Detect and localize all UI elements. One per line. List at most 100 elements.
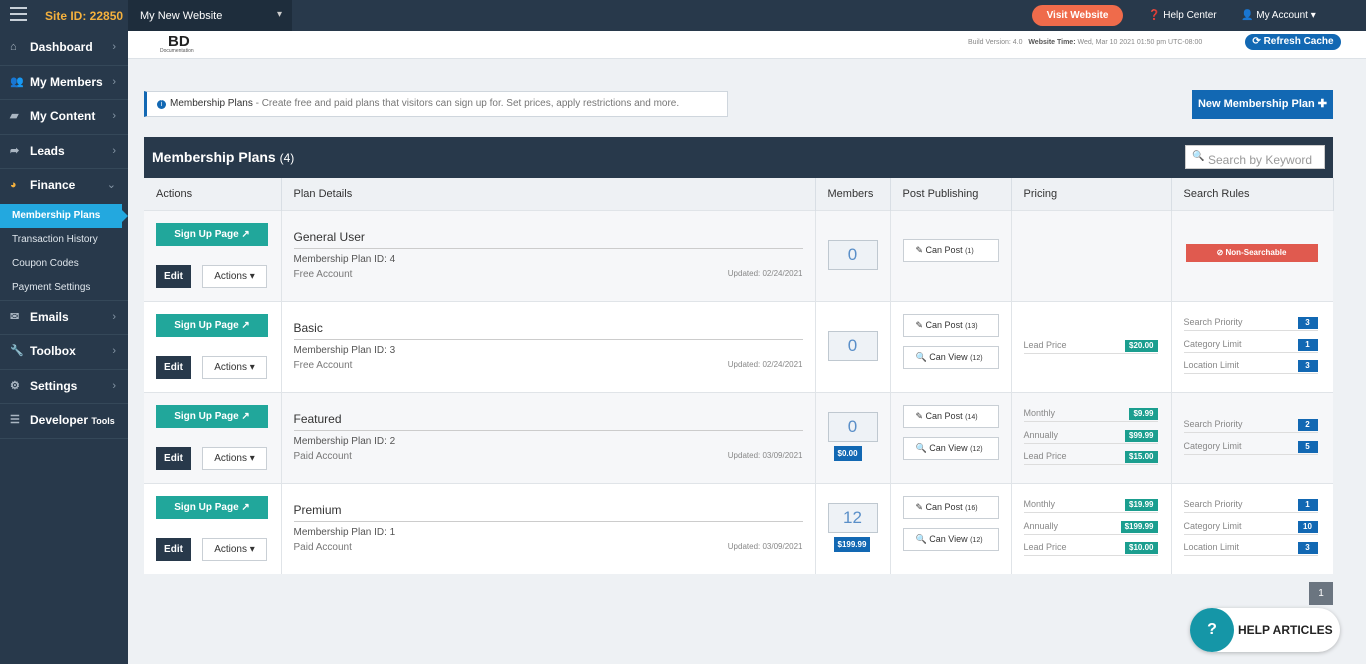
pricing-row: Lead Price $20.00 (1023, 339, 1158, 354)
menu-icon[interactable] (10, 7, 27, 21)
sign-up-page-button[interactable]: Sign Up Page ↗ (156, 495, 268, 519)
sidebar-sub-transaction-history[interactable]: Transaction History (0, 228, 128, 252)
search-rule-badge: 10 (1297, 520, 1318, 533)
can-view-button[interactable]: 🔍 Can View (12) (902, 436, 999, 460)
col-plan-details: Plan Details (281, 178, 816, 210)
edit-button[interactable]: Edit (156, 446, 191, 470)
plan-count: (4) (279, 151, 295, 165)
plan-id: Membership Plan ID: 3 (293, 344, 396, 356)
new-membership-plan-button[interactable]: New Membership Plan ✚ (1192, 90, 1333, 119)
can-post-button[interactable]: ✎ Can Post (16) (902, 495, 999, 519)
member-revenue-badge: $199.99 (833, 536, 871, 552)
help-articles-button[interactable]: ? HELP ARTICLES (1190, 608, 1340, 652)
plan-type: Paid Account (293, 541, 352, 553)
help-center-link[interactable]: ❓ Help Center (1148, 10, 1217, 21)
info-banner: i Membership Plans - Create free and paid… (144, 91, 728, 117)
search-rules-cell: Search Priority 2 Category Limit 5 (1171, 391, 1333, 483)
search-rule-row: Category Limit 1 (1183, 338, 1318, 353)
price-badge: $9.99 (1129, 407, 1158, 420)
sidebar-item-developer-tools[interactable]: ☰ Developer Tools (0, 404, 128, 439)
post-publishing-cell: ✎ Can Post (16) 🔍 Can View (12) (890, 482, 1012, 574)
search-rule-badge: 3 (1297, 541, 1318, 554)
sidebar-sub-coupon-codes[interactable]: Coupon Codes (0, 252, 128, 276)
sidebar-sub-payment-settings[interactable]: Payment Settings (0, 276, 128, 301)
search-rule-badge: 1 (1297, 498, 1318, 511)
search-input[interactable]: 🔍 Search by Keyword (1185, 145, 1325, 169)
price-badge: $99.99 (1125, 429, 1158, 442)
sliders-icon: ☰ (10, 414, 20, 426)
post-publishing-cell: ✎ Can Post (13) 🔍 Can View (12) (890, 300, 1012, 392)
search-icon: 🔍 (1192, 151, 1205, 162)
can-view-button[interactable]: 🔍 Can View (12) (902, 345, 999, 369)
scrollbar[interactable] (1354, 59, 1366, 664)
price-badge: $15.00 (1125, 450, 1158, 463)
users-icon: 👥 (10, 75, 24, 88)
actions-cell: Sign Up Page ↗ Edit Actions ▾ (144, 300, 282, 392)
pricing-row: Lead Price $15.00 (1023, 450, 1158, 465)
plan-type: Paid Account (293, 450, 352, 462)
search-rule-row: Category Limit 10 (1183, 520, 1318, 535)
site-selector[interactable]: My New Website ▾ (128, 0, 292, 31)
actions-dropdown[interactable]: Actions ▾ (202, 355, 267, 379)
home-icon: ⌂ (10, 41, 17, 53)
edit-button[interactable]: Edit (156, 537, 191, 561)
table-row: Sign Up Page ↗ Edit Actions ▾ Premium Me… (144, 482, 1333, 574)
search-rule-row: Search Priority 3 (1183, 316, 1318, 331)
sidebar-sub-membership-plans[interactable]: Membership Plans (0, 203, 128, 228)
plan-type: Free Account (293, 359, 353, 371)
search-rule-row: Search Priority 2 (1183, 418, 1318, 433)
search-rules-cell: ⊘ Non-Searchable (1171, 209, 1333, 301)
can-post-button[interactable]: ✎ Can Post (13) (902, 313, 999, 337)
search-rule-row: Category Limit 5 (1183, 440, 1318, 455)
sign-up-page-button[interactable]: Sign Up Page ↗ (156, 404, 268, 428)
edit-button[interactable]: Edit (156, 355, 191, 379)
actions-dropdown[interactable]: Actions ▾ (202, 446, 267, 470)
build-info: Build Version: 4.0 Website Time: Wed, Ma… (968, 39, 1203, 46)
site-id: Site ID: 22850 (45, 9, 124, 23)
sidebar-item-settings[interactable]: ⚙ Settings › (0, 370, 128, 404)
plan-updated: Updated: 02/24/2021 (727, 359, 803, 369)
sign-up-page-button[interactable]: Sign Up Page ↗ (156, 313, 268, 337)
plan-id: Membership Plan ID: 1 (293, 526, 396, 538)
edit-button[interactable]: Edit (156, 264, 191, 288)
post-publishing-cell: ✎ Can Post (1) (890, 209, 1012, 301)
plan-details-cell: Basic Membership Plan ID: 3 Free Account… (281, 300, 816, 392)
card-header: Membership Plans (4) 🔍 Search by Keyword (144, 137, 1333, 178)
price-badge: $19.99 (1125, 498, 1158, 511)
non-searchable-badge: ⊘ Non-Searchable (1185, 243, 1318, 262)
table-row: Sign Up Page ↗ Edit Actions ▾ Featured M… (144, 391, 1333, 483)
actions-dropdown[interactable]: Actions ▾ (202, 264, 267, 288)
top-bar: Site ID: 22850 My New Website ▾ Visit Web… (0, 0, 1366, 31)
gear-icon: ⚙ (10, 379, 20, 392)
card-title: Membership Plans (152, 149, 276, 165)
sidebar-item-finance[interactable]: ◕ Finance ⌄ (0, 169, 128, 204)
can-post-button[interactable]: ✎ Can Post (14) (902, 404, 999, 428)
can-view-button[interactable]: 🔍 Can View (12) (902, 527, 999, 551)
refresh-cache-button[interactable]: ⟳ Refresh Cache (1245, 34, 1341, 50)
sidebar-item-my-members[interactable]: 👥 My Members › (0, 66, 128, 100)
search-rule-badge: 2 (1297, 418, 1318, 431)
plan-type: Free Account (293, 268, 353, 280)
plan-name: Premium (293, 503, 803, 522)
visit-website-button[interactable]: Visit Website (1032, 5, 1123, 26)
can-post-button[interactable]: ✎ Can Post (1) (902, 238, 999, 262)
sidebar-item-my-content[interactable]: ▰ My Content › (0, 100, 128, 135)
plan-id: Membership Plan ID: 4 (293, 253, 396, 265)
sidebar-item-dashboard[interactable]: ⌂ Dashboard › (0, 31, 128, 66)
search-rule-badge: 3 (1297, 359, 1318, 372)
sidebar-item-leads[interactable]: ➦ Leads › (0, 135, 128, 169)
pricing-cell (1011, 209, 1172, 301)
sidebar-item-toolbox[interactable]: 🔧 Toolbox › (0, 335, 128, 370)
members-cell: 0 (815, 300, 891, 392)
sign-up-page-button[interactable]: Sign Up Page ↗ (156, 222, 268, 246)
search-rule-row: Search Priority 1 (1183, 498, 1318, 513)
actions-dropdown[interactable]: Actions ▾ (202, 537, 267, 561)
member-revenue-badge: $0.00 (833, 445, 862, 461)
pagination-page-1[interactable]: 1 (1309, 582, 1333, 605)
sidebar-item-emails[interactable]: ✉ Emails › (0, 301, 128, 335)
pricing-cell: Monthly $9.99 Annually $99.99 Lead Price $15.… (1011, 391, 1172, 483)
my-account-menu[interactable]: 👤 My Account ▾ (1241, 10, 1316, 21)
member-count: 0 (827, 330, 878, 361)
price-badge: $20.00 (1125, 339, 1158, 352)
plan-updated: Updated: 03/09/2021 (727, 450, 803, 460)
